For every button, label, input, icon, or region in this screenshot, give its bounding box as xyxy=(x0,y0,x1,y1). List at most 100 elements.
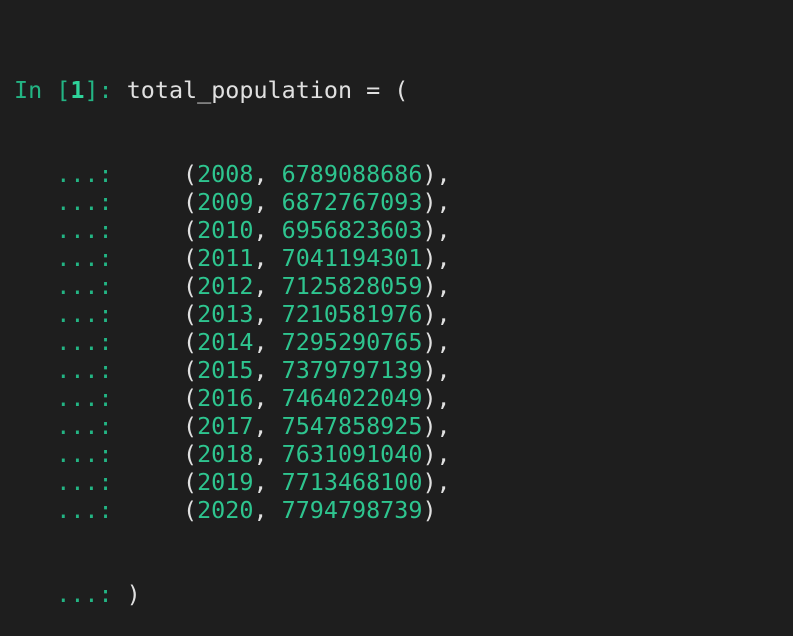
code-row: ...: (2015, 7379797139), xyxy=(14,356,451,384)
year-value: 2010 xyxy=(197,216,254,244)
year-value: 2011 xyxy=(197,244,254,272)
continuation-prompt: ...: xyxy=(56,580,113,608)
year-value: 2020 xyxy=(197,496,254,524)
separator: , xyxy=(253,412,282,440)
continuation-prompt: ...: xyxy=(56,384,113,412)
continuation-prompt: ...: xyxy=(56,412,113,440)
continuation-prompt: ...: xyxy=(56,272,113,300)
population-value: 7295290765 xyxy=(281,328,423,356)
year-value: 2015 xyxy=(197,356,254,384)
population-value: 7210581976 xyxy=(281,300,423,328)
row-trail: ), xyxy=(422,300,451,328)
input-prompt-number: 1 xyxy=(70,76,85,104)
code-row: ...: (2014, 7295290765), xyxy=(14,328,451,356)
row-trail: ), xyxy=(422,188,451,216)
year-value: 2013 xyxy=(197,300,254,328)
continuation-prompt: ...: xyxy=(56,300,113,328)
row-trail: ), xyxy=(422,440,451,468)
continuation-prompt: ...: xyxy=(56,160,113,188)
separator: , xyxy=(253,356,282,384)
row-trail: ), xyxy=(422,356,451,384)
continuation-prompt: ...: xyxy=(56,244,113,272)
continuation-prompt: ...: xyxy=(56,328,113,356)
separator: , xyxy=(253,440,282,468)
population-value: 7794798739 xyxy=(281,496,423,524)
year-value: 2012 xyxy=(197,272,254,300)
population-value: 6872767093 xyxy=(281,188,423,216)
code-indent: ( xyxy=(112,412,198,440)
code-row: ...: (2009, 6872767093), xyxy=(14,188,451,216)
separator: , xyxy=(253,244,282,272)
population-value: 7631091040 xyxy=(281,440,423,468)
code-indent: ( xyxy=(112,188,198,216)
row-trail: ), xyxy=(422,384,451,412)
separator: , xyxy=(253,272,282,300)
population-value: 7713468100 xyxy=(281,468,423,496)
separator: , xyxy=(253,468,282,496)
population-value: 6956823603 xyxy=(281,216,423,244)
separator: , xyxy=(253,216,282,244)
code-row: ...: (2016, 7464022049), xyxy=(14,384,451,412)
year-value: 2018 xyxy=(197,440,254,468)
code-row: ...: (2013, 7210581976), xyxy=(14,300,451,328)
population-value: 7125828059 xyxy=(281,272,423,300)
input-line-first: In [1]: total_population = ( xyxy=(14,76,451,104)
continuation-prompt: ...: xyxy=(56,468,113,496)
code-row: ...: (2008, 6789088686), xyxy=(14,160,451,188)
input-prompt-label: In xyxy=(14,76,43,104)
input-prompt-close-bracket: ]: xyxy=(84,76,113,104)
population-value: 6789088686 xyxy=(281,160,423,188)
continuation-prompt: ...: xyxy=(56,496,113,524)
code-last-line: ) xyxy=(112,580,141,608)
row-trail: ), xyxy=(422,216,451,244)
row-trail: ), xyxy=(422,468,451,496)
row-trail: ), xyxy=(422,160,451,188)
year-value: 2019 xyxy=(197,468,254,496)
code-indent: ( xyxy=(112,496,198,524)
ipython-console[interactable]: In [1]: total_population = ( ...: (2008,… xyxy=(14,20,451,636)
code-indent: ( xyxy=(112,160,198,188)
row-trail: ), xyxy=(422,328,451,356)
separator: , xyxy=(253,384,282,412)
separator: , xyxy=(253,188,282,216)
code-row: ...: (2010, 6956823603), xyxy=(14,216,451,244)
separator: , xyxy=(253,300,282,328)
continuation-prompt: ...: xyxy=(56,216,113,244)
code-row: ...: (2017, 7547858925), xyxy=(14,412,451,440)
code-indent: ( xyxy=(112,300,198,328)
population-value: 7041194301 xyxy=(281,244,423,272)
year-value: 2014 xyxy=(197,328,254,356)
code-indent: ( xyxy=(112,468,198,496)
row-trail: ) xyxy=(422,496,437,524)
population-value: 7379797139 xyxy=(281,356,423,384)
code-first-line: total_population = ( xyxy=(112,76,409,104)
row-trail: ), xyxy=(422,244,451,272)
continuation-prompt: ...: xyxy=(56,356,113,384)
separator: , xyxy=(253,496,282,524)
year-value: 2008 xyxy=(197,160,254,188)
input-line-last: ...: ) xyxy=(14,580,451,608)
code-rows: ...: (2008, 6789088686), ...: (2009, 687… xyxy=(14,160,451,524)
code-row: ...: (2012, 7125828059), xyxy=(14,272,451,300)
continuation-prompt: ...: xyxy=(56,440,113,468)
row-trail: ), xyxy=(422,272,451,300)
row-trail: ), xyxy=(422,412,451,440)
code-indent: ( xyxy=(112,356,198,384)
separator: , xyxy=(253,160,282,188)
population-value: 7547858925 xyxy=(281,412,423,440)
code-row: ...: (2011, 7041194301), xyxy=(14,244,451,272)
code-row: ...: (2020, 7794798739) xyxy=(14,496,451,524)
year-value: 2009 xyxy=(197,188,254,216)
code-indent: ( xyxy=(112,384,198,412)
separator: , xyxy=(253,328,282,356)
code-row: ...: (2018, 7631091040), xyxy=(14,440,451,468)
